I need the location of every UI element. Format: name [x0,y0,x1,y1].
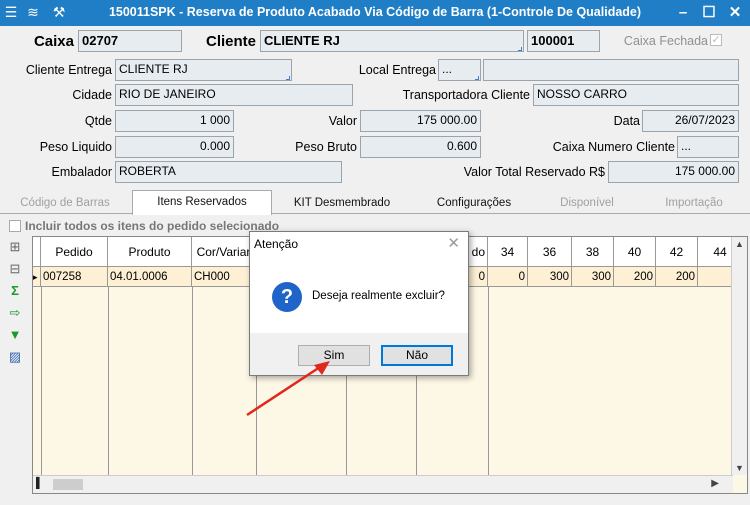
valor-total-field[interactable]: 175 000.00 [608,161,739,183]
caixa-label: Caixa [33,33,74,50]
close-icon[interactable]: ✕ [447,234,460,252]
data-label: Data [613,114,640,128]
tab-disponivel[interactable]: Disponível [536,192,638,214]
peso-bruto-field[interactable]: 0.600 [360,136,481,158]
dialog-title: Atenção [254,237,299,251]
tab-bar: Código de Barras Itens Reservados KIT De… [0,190,750,215]
no-button[interactable]: Não [381,345,453,366]
column-divider [41,287,42,475]
qtde-field[interactable]: 1 000 [115,110,234,132]
include-all-label: Incluir todos os itens do pedido selecio… [25,219,280,233]
remove-item-icon[interactable]: ⊟ [6,260,24,278]
column-header[interactable]: 36 [528,237,572,267]
grid-cell[interactable]: 200 [614,267,656,287]
tab-codigo-barras[interactable]: Código de Barras [0,192,130,214]
column-header[interactable]: Pedido [41,237,108,267]
caixa-field[interactable]: 02707 [78,30,182,52]
grid-cell[interactable]: 04.01.0006 [108,267,192,287]
scroll-left-icon[interactable]: ▌ [36,478,43,489]
scroll-thumb[interactable] [53,479,83,490]
grid-cell[interactable]: 0 [488,267,528,287]
valor-total-label: Valor Total Reservado R$ [463,165,605,179]
embalador-label: Embalador [51,165,112,179]
include-all-checkbox[interactable] [9,220,21,232]
qtde-label: Qtde [84,114,112,128]
caixa-numero-label: Caixa Numero Cliente [552,140,675,154]
tab-itens-reservados[interactable]: Itens Reservados [132,190,272,215]
local-entrega-desc-field[interactable] [483,59,739,81]
local-entrega-label: Local Entrega [358,63,436,77]
grid-cell[interactable]: 300 [528,267,572,287]
question-icon: ? [272,282,302,312]
column-divider [488,287,489,475]
caixa-fechada-checkbox[interactable]: ✓ [710,34,722,46]
row-indicator: ▸ [33,267,41,287]
column-header[interactable]: 42 [656,237,698,267]
grid-cell[interactable]: CH000 [192,267,256,287]
annotation-arrow-icon [246,361,330,417]
dialog-message: Deseja realmente excluir? [312,290,445,302]
scroll-down-icon[interactable]: ▼ [735,463,744,473]
tab-kit-desmembrado[interactable]: KIT Desmembrado [272,192,412,214]
caixa-fechada-label: Caixa Fechada [623,34,708,48]
tab-configuracoes[interactable]: Configurações [412,192,536,214]
tab-importacao[interactable]: Importação [638,192,750,214]
peso-liquido-field[interactable]: 0.000 [115,136,234,158]
embalador-field[interactable]: ROBERTA [115,161,342,183]
vertical-scrollbar[interactable]: ▲ ▼ [731,237,747,475]
scroll-right-icon[interactable]: ▶ [711,478,719,489]
column-header[interactable]: 34 [488,237,528,267]
transportadora-field[interactable]: NOSSO CARRO [533,84,739,106]
column-divider [108,287,109,475]
export-icon[interactable]: ⇨ [6,304,24,322]
grid-cell[interactable]: 300 [572,267,614,287]
cliente-entrega-field[interactable]: CLIENTE RJ [115,59,292,81]
window-title: 150011SPK - Reserva de Produto Acabado V… [108,5,642,19]
valor-label: Valor [328,114,357,128]
sum-icon[interactable]: Σ [6,282,24,300]
data-field[interactable]: 26/07/2023 [642,110,739,132]
grid-cell[interactable]: 200 [656,267,698,287]
peso-liquido-label: Peso Liquido [39,140,112,154]
cliente-label: Cliente [205,33,256,50]
column-header[interactable]: Cor/Variar [192,237,256,267]
column-header[interactable]: 38 [572,237,614,267]
column-divider [192,287,193,475]
peso-bruto-label: Peso Bruto [295,140,357,154]
add-item-icon[interactable]: ⊞ [6,238,24,256]
title-bar: ☰ ≋ ⚒ 150011SPK - Reserva de Produto Aca… [0,0,750,26]
cidade-field[interactable]: RIO DE JANEIRO [115,84,353,106]
local-entrega-field[interactable]: ... [438,59,481,81]
minimize-icon[interactable]: – [672,3,694,23]
cliente-code-field[interactable]: 100001 [527,30,600,52]
column-header[interactable]: 40 [614,237,656,267]
filter-down-icon[interactable]: ▼ [6,326,24,344]
grid-cell[interactable]: 007258 [41,267,108,287]
horizontal-scrollbar[interactable]: ▌ ▶ [33,475,733,493]
close-icon[interactable]: ✕ [724,3,746,23]
cliente-entrega-label: Cliente Entrega [25,63,112,77]
cidade-label: Cidade [72,88,112,102]
transportadora-label: Transportadora Cliente [402,88,530,102]
scroll-up-icon[interactable]: ▲ [735,239,744,249]
row-indicator-header [33,237,41,267]
cliente-field[interactable]: CLIENTE RJ [260,30,524,52]
column-header[interactable]: Produto [108,237,192,267]
maximize-icon[interactable]: ☐ [698,3,720,23]
caixa-numero-field[interactable]: ... [677,136,739,158]
valor-field[interactable]: 175 000.00 [360,110,481,132]
image-icon[interactable]: ▨ [6,348,24,366]
